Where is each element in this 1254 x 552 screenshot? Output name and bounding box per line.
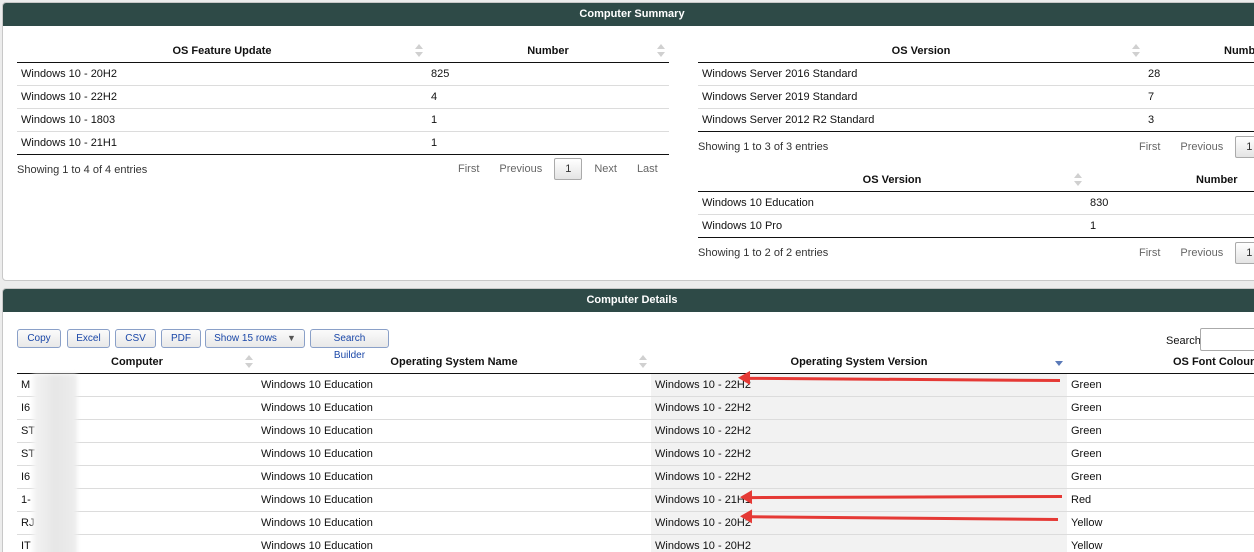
pager-next[interactable]: Next — [584, 163, 627, 175]
pdf-button[interactable]: PDF — [161, 329, 201, 348]
server-table-pager: First Previous 1 — [1129, 136, 1254, 158]
column-header-os-font-colour[interactable]: OS Font Colour — [1067, 351, 1254, 374]
table-row[interactable]: 1- Windows 10 Education Windows 10 - 21H1 R… — [17, 488, 1254, 512]
pager-previous[interactable]: Previous — [1170, 247, 1233, 259]
table-row[interactable]: Windows Server 2012 R2 Standard 3 — [698, 108, 1254, 132]
table-row[interactable]: Windows 10 - 21H1 1 — [17, 131, 669, 155]
chevron-down-icon: ▼ — [286, 333, 296, 343]
feature-table-pager: First Previous 1 Next Last — [448, 158, 668, 180]
show-rows-dropdown[interactable]: Show 15 rows ▼ — [205, 329, 305, 348]
sort-icon — [1074, 173, 1082, 187]
column-header-os-version[interactable]: OS Version — [698, 169, 1086, 192]
table-row[interactable]: I6 Windows 10 Education Windows 10 - 22H2 G… — [17, 465, 1254, 489]
computer-summary-title: Computer Summary — [3, 3, 1254, 26]
table-row[interactable]: I6 Windows 10 Education Windows 10 - 22H2 G… — [17, 396, 1254, 420]
column-header-os-version[interactable]: Operating System Version — [651, 351, 1067, 374]
computer-details-panel: Computer Details Copy Excel CSV PDF Show… — [2, 288, 1254, 552]
pager-current[interactable]: 1 — [1235, 136, 1254, 158]
table-row[interactable]: Windows 10 - 1803 1 — [17, 108, 669, 132]
sort-icon — [657, 44, 665, 58]
computer-details-table: Computer Operating System Name Operating… — [17, 351, 1254, 552]
computer-details-title: Computer Details — [3, 289, 1254, 312]
table-row[interactable]: Windows Server 2019 Standard 7 — [698, 85, 1254, 109]
windows-os-table: OS Version Number Windows 10 Education 83… — [698, 169, 1254, 238]
column-header-number[interactable]: Number — [427, 40, 669, 63]
server-table-info: Showing 1 to 3 of 3 entries — [698, 141, 829, 153]
sort-icon — [639, 355, 647, 369]
table-row[interactable]: Windows 10 Education 830 — [698, 191, 1254, 215]
search-builder-button[interactable]: Search Builder — [310, 329, 389, 361]
pager-first[interactable]: First — [1129, 141, 1170, 153]
feature-table-info: Showing 1 to 4 of 4 entries — [17, 164, 148, 176]
pager-previous[interactable]: Previous — [489, 163, 552, 175]
computer-summary-panel: Computer Summary OS Feature Update Numbe… — [2, 2, 1254, 281]
copy-button[interactable]: Copy — [17, 329, 61, 348]
pager-current[interactable]: 1 — [554, 158, 583, 180]
pager-first[interactable]: First — [448, 163, 489, 175]
redaction-blur — [33, 374, 77, 552]
pager-current[interactable]: 1 — [1235, 242, 1254, 264]
feature-update-table: OS Feature Update Number Windows 10 - 20… — [17, 40, 669, 155]
table-row[interactable]: ST 2Windows 10 EducationWindows 10 - 22H… — [17, 419, 1254, 443]
table-row[interactable]: IT Windows 10 Education Windows 10 - 20H2 Y… — [17, 534, 1254, 552]
sort-icon — [415, 44, 423, 58]
csv-button[interactable]: CSV — [115, 329, 156, 348]
search-input[interactable] — [1200, 328, 1254, 351]
column-header-number[interactable]: Numb — [1144, 40, 1254, 63]
windows-table-pager: First Previous 1 — [1129, 242, 1254, 264]
column-header-os-version[interactable]: OS Version — [698, 40, 1144, 63]
sort-desc-icon — [1055, 355, 1063, 369]
pager-previous[interactable]: Previous — [1170, 141, 1233, 153]
column-header-computer[interactable]: Computer — [17, 351, 257, 374]
windows-table-info: Showing 1 to 2 of 2 entries — [698, 247, 829, 259]
sort-icon — [1132, 44, 1140, 58]
table-row[interactable]: Windows Server 2016 Standard 28 — [698, 62, 1254, 86]
table-row[interactable]: Windows 10 - 22H2 4 — [17, 85, 669, 109]
table-row[interactable]: Windows 10 Pro 1 — [698, 214, 1254, 238]
column-header-os-name[interactable]: Operating System Name — [257, 351, 651, 374]
column-header-number[interactable]: Number — [1086, 169, 1254, 192]
table-row[interactable]: Windows 10 - 20H2 825 — [17, 62, 669, 86]
table-row[interactable]: ST E-01Windows 10 EducationWindows 10 - … — [17, 442, 1254, 466]
column-header-os-feature-update[interactable]: OS Feature Update — [17, 40, 427, 63]
table-row[interactable]: M Windows 10 Education Windows 10 - 22H2 Gr… — [17, 373, 1254, 397]
excel-button[interactable]: Excel — [67, 329, 110, 348]
server-os-table: OS Version Numb Windows Server 2016 Stan… — [698, 40, 1254, 132]
pager-first[interactable]: First — [1129, 247, 1170, 259]
pager-last[interactable]: Last — [627, 163, 668, 175]
table-row[interactable]: RJ PWindows 10 EducationWindows 10 - 20H… — [17, 511, 1254, 535]
sort-icon — [245, 355, 253, 369]
search-label: Search: — [1166, 335, 1204, 347]
